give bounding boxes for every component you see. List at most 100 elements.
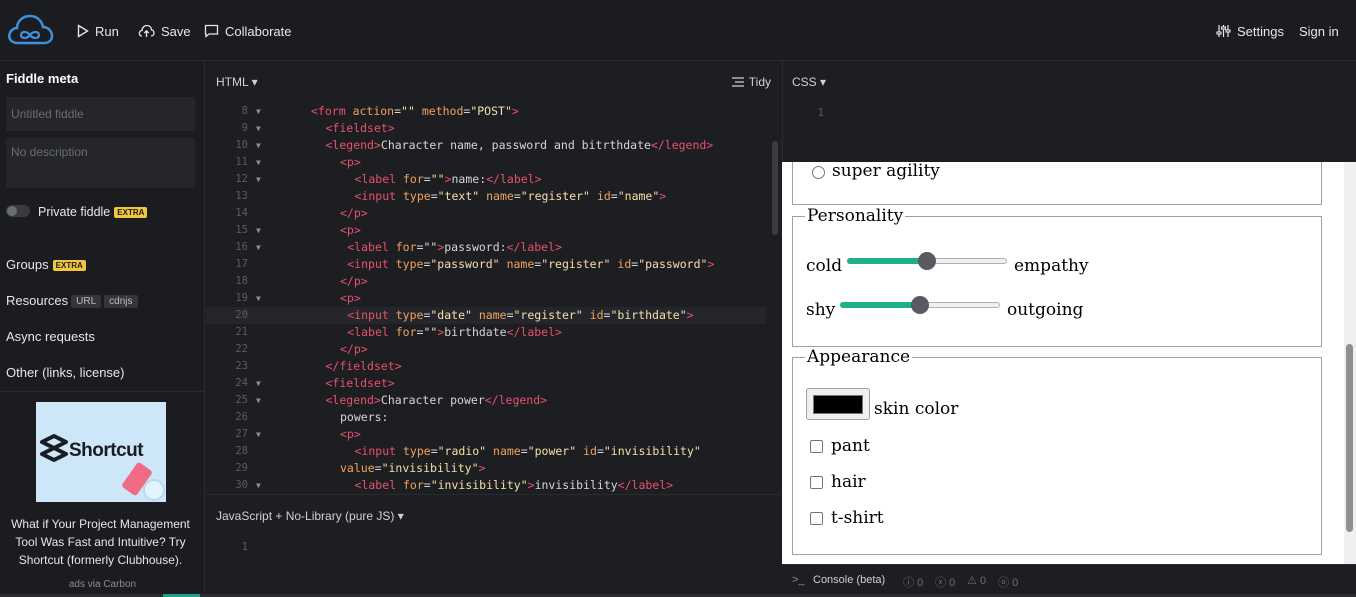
html-editor-scrollbar[interactable] — [772, 141, 778, 235]
powers-fieldset: super agility — [792, 162, 1322, 205]
super-agility-radio[interactable] — [812, 166, 825, 179]
code-line[interactable]: 26 powers: — [206, 409, 766, 426]
fold-arrow-icon[interactable]: ▼ — [256, 375, 261, 392]
code-line[interactable]: 18 </p> — [206, 273, 766, 290]
fold-arrow-icon[interactable]: ▼ — [256, 120, 261, 137]
tidy-button[interactable]: Tidy — [731, 75, 771, 89]
ad-logo-text: Shortcut — [69, 440, 144, 461]
line-number: 30 — [235, 479, 248, 491]
slider-shy-label: shy — [806, 300, 836, 320]
code-line[interactable]: 28 <input type="radio" name="power" id="i… — [206, 443, 766, 460]
code-line[interactable]: 20 <input type="date" name="register" id=… — [206, 307, 766, 324]
code-line[interactable]: 10 ▼ <legend>Character name, password and … — [206, 137, 766, 154]
code-line[interactable]: 30 ▼ <label for="invisibility">invisibilit… — [206, 477, 766, 493]
cold-empathy-slider[interactable] — [847, 250, 1007, 270]
personality-fieldset: Personality cold empathy shy outgoing — [792, 206, 1322, 347]
log-count-value: 0 — [917, 577, 924, 589]
chevron-down-icon: ▾ — [251, 75, 258, 89]
console-bar[interactable]: >_ Console (beta) ⓘ 0 ⓧ 0 ⚠ 0 ⓞ 0 — [782, 564, 1356, 597]
slider-thumb[interactable] — [918, 252, 936, 270]
settings-button[interactable]: Settings — [1216, 22, 1284, 40]
fold-arrow-icon[interactable]: ▼ — [256, 171, 261, 188]
code-line[interactable]: 8 ▼ <form action="" method="POST"> — [206, 103, 766, 120]
line-number: 29 — [235, 462, 248, 474]
save-button[interactable]: Save — [138, 22, 191, 40]
fold-arrow-icon[interactable]: ▼ — [256, 426, 261, 443]
code-text: powers: — [340, 410, 389, 424]
ad-image[interactable]: Shortcut — [36, 402, 166, 502]
fold-arrow-icon[interactable]: ▼ — [256, 290, 261, 307]
debug-count-value: 0 — [1012, 577, 1019, 589]
async-requests-item[interactable]: Async requests — [6, 329, 95, 344]
chat-bubble-icon — [204, 24, 219, 38]
resources-cdnjs-tag[interactable]: cdnjs — [104, 295, 138, 309]
t-shirt-label: t-shirt — [831, 508, 884, 528]
collaborate-button[interactable]: Collaborate — [204, 22, 292, 40]
code-line[interactable]: 27 ▼ <p> — [206, 426, 766, 443]
css-language-dropdown[interactable]: CSS ▾ — [792, 75, 826, 89]
code-line[interactable]: 24 ▼ <fieldset> — [206, 375, 766, 392]
ad-text[interactable]: What if Your Project Management Tool Was… — [6, 515, 195, 569]
fold-arrow-icon[interactable]: ▼ — [256, 103, 261, 120]
warning-count-value: 0 — [979, 575, 987, 587]
shy-outgoing-slider[interactable] — [840, 294, 1000, 314]
code-line[interactable]: 19 ▼ <p> — [206, 290, 766, 307]
slider-fill — [847, 258, 927, 264]
code-line[interactable]: 29 value="invisibility"> — [206, 460, 766, 477]
sign-in-link[interactable]: Sign in — [1299, 22, 1339, 40]
ads-via-carbon[interactable]: ads via Carbon — [0, 579, 205, 590]
code-text: <input type="text" name="register" id="n… — [354, 189, 667, 203]
pant-checkbox[interactable] — [810, 440, 823, 453]
code-text: <label for="">birthdate</label> — [347, 325, 562, 339]
t-shirt-checkbox[interactable] — [810, 512, 823, 525]
code-line[interactable]: 9 ▼ <fieldset> — [206, 120, 766, 137]
line-number: 28 — [235, 445, 248, 457]
html-code-editor[interactable]: 8 ▼ <form action="" method="POST"> 9 ▼ <field… — [206, 103, 781, 493]
code-line[interactable]: 22 </p> — [206, 341, 766, 358]
code-line[interactable]: 11 ▼ <p> — [206, 154, 766, 171]
run-button[interactable]: Run — [77, 22, 119, 40]
fold-arrow-icon[interactable]: ▼ — [256, 222, 261, 239]
resources-url-tag[interactable]: URL — [71, 295, 102, 309]
groups-item[interactable]: Groups EXTRA — [6, 257, 86, 272]
js-language-dropdown[interactable]: JavaScript + No-Library (pure JS) ▾ — [216, 509, 404, 523]
code-line[interactable]: 15 ▼ <p> — [206, 222, 766, 239]
fold-arrow-icon[interactable]: ▼ — [256, 137, 261, 154]
log-count: ⓘ 0 — [903, 574, 923, 590]
hair-checkbox[interactable] — [810, 476, 823, 489]
fiddle-description-input[interactable]: No description — [6, 138, 195, 188]
sign-in-label: Sign in — [1299, 23, 1339, 39]
css-code-editor[interactable] — [843, 101, 1343, 156]
code-line[interactable]: 13 <input type="text" name="register" id=… — [206, 188, 766, 205]
info-icon: ⓘ — [903, 577, 914, 589]
fold-arrow-icon[interactable]: ▼ — [256, 239, 261, 256]
code-line[interactable]: 21 <label for="">birthdate</label> — [206, 324, 766, 341]
html-language-dropdown[interactable]: HTML ▾ — [216, 75, 258, 89]
js-code-editor[interactable] — [266, 535, 766, 595]
private-fiddle-toggle[interactable] — [6, 205, 30, 217]
code-line[interactable]: 14 </p> — [206, 205, 766, 222]
code-text: <input type="radio" name="power" id="inv… — [354, 444, 701, 458]
resources-item[interactable]: Resources URL cdnjs — [6, 293, 138, 309]
private-fiddle-label: Private fiddle — [38, 205, 111, 219]
fold-arrow-icon[interactable]: ▼ — [256, 392, 261, 409]
code-text: </p> — [340, 274, 368, 288]
code-line[interactable]: 12 ▼ <label for="">name:</label> — [206, 171, 766, 188]
code-line[interactable]: 25 ▼ <legend>Character power</legend> — [206, 392, 766, 409]
code-line[interactable]: 16 ▼ <label for="">password:</label> — [206, 239, 766, 256]
code-line[interactable]: 17 <input type="password" name="register"… — [206, 256, 766, 273]
fold-arrow-icon[interactable]: ▼ — [256, 477, 261, 493]
result-scrollbar[interactable] — [1344, 162, 1356, 564]
sidebar-divider — [0, 391, 205, 392]
result-scrollbar-thumb[interactable] — [1346, 344, 1353, 532]
code-line[interactable]: 23 </fieldset> — [206, 358, 766, 375]
other-links-item[interactable]: Other (links, license) — [6, 365, 124, 380]
jsfiddle-logo-icon[interactable] — [6, 13, 54, 47]
skin-color-picker[interactable] — [806, 388, 870, 420]
html-panel-header: HTML ▾ Tidy — [206, 61, 781, 101]
fiddle-title-input[interactable]: Untitled fiddle — [6, 97, 195, 131]
slider-thumb[interactable] — [911, 296, 929, 314]
sidebar: Fiddle meta Untitled fiddle No descripti… — [0, 61, 205, 597]
line-number: 17 — [235, 258, 248, 270]
fold-arrow-icon[interactable]: ▼ — [256, 154, 261, 171]
